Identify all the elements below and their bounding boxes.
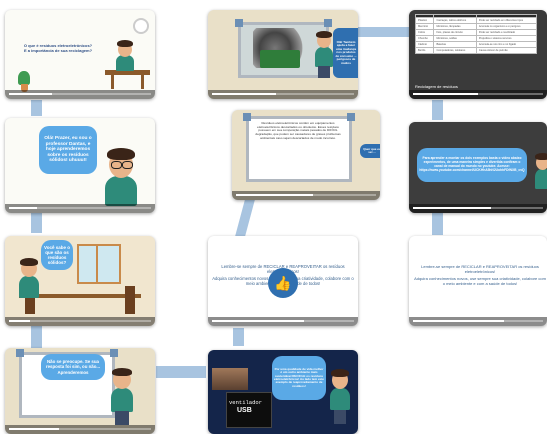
speech-bubble: Você sabe o que são os resíduos sólidos? <box>41 240 73 270</box>
teacher-character <box>17 256 41 306</box>
desk-leg <box>141 75 144 89</box>
speech-bubble: Por uma qualidade de vida melhor é um ou… <box>272 356 326 400</box>
connector <box>233 328 244 346</box>
table-cell: Computadores, celulares <box>433 47 477 54</box>
slide-thumbnail-9[interactable]: Lembre-se sempre de RECICLAR e REAPROVEI… <box>409 236 547 326</box>
video-player-bar[interactable] <box>5 90 155 99</box>
product-subtitle: USB <box>237 407 252 414</box>
slide-thumbnail-7[interactable]: Você sabe o que são os resíduos sólidos? <box>5 236 155 326</box>
connector <box>31 100 42 116</box>
product-photo-usb-fan: ventilador USB <box>226 392 272 428</box>
connector <box>235 200 255 236</box>
progress-fill <box>413 207 491 209</box>
chair <box>125 286 135 314</box>
waste-bin <box>260 50 300 68</box>
video-player-bar[interactable] <box>5 425 155 434</box>
slide-thumbnail-3[interactable]: Plástico Carcaças, cabos elétricos Pode se… <box>409 10 547 99</box>
connector <box>31 213 42 233</box>
slide-thumbnail-8[interactable]: Lembre-se sempre de RECICLAR e REAPROVEI… <box>208 236 358 326</box>
board-text: Resíduos eletroeletrônicos contêm em equ… <box>255 121 341 140</box>
progress-fill <box>413 93 478 95</box>
progress-fill <box>9 320 31 322</box>
table-cell: Berílio <box>414 47 435 54</box>
speech-bubble: Olá! Também ajuda a fazer uma mudança no… <box>333 28 358 78</box>
speech-bubble: Não se preocupe. Se sua resposta foi sim… <box>41 354 105 380</box>
product-title: ventilador <box>229 399 263 406</box>
video-player-bar[interactable] <box>409 317 547 326</box>
slide-thumbnail-1[interactable]: O que é resíduos eletroeletrônicos? E a … <box>5 10 155 99</box>
slide-thumbnail-11[interactable]: ventilador USB Por uma qualidade de vida… <box>208 350 358 434</box>
video-player-bar[interactable] <box>5 204 155 213</box>
window <box>77 244 121 284</box>
video-player-bar[interactable] <box>232 191 380 200</box>
video-player-bar[interactable] <box>208 90 358 99</box>
clock-icon <box>133 18 149 34</box>
teacher-character <box>533 152 547 202</box>
teacher-character <box>101 146 141 206</box>
teacher-character <box>109 366 135 426</box>
speech-bubble: Olá! Prazer, eu sou o professor Dantas, … <box>39 126 97 174</box>
progress-fill <box>9 93 52 95</box>
slide-thumbnail-2[interactable]: Olá! Também ajuda a fazer uma mudança no… <box>208 10 358 99</box>
thumbs-up-icon: 👍 <box>268 268 298 298</box>
slide-thumbnail-6[interactable]: Para aprender a montar os dois exemplos … <box>409 122 547 213</box>
connector <box>156 366 206 378</box>
plant-icon <box>17 71 31 92</box>
connector <box>432 213 443 235</box>
slide-caption: Reciclagem de resíduos <box>415 84 458 89</box>
slide-thumbnail-10[interactable]: Não se preocupe. Se sua resposta foi sim… <box>5 348 155 434</box>
video-player-bar[interactable] <box>208 317 358 326</box>
connector <box>357 27 409 37</box>
closing-text-1: Lembre-se sempre de RECICLAR e REAPROVEI… <box>421 264 539 275</box>
window-frame <box>96 244 98 284</box>
teacher-character <box>113 40 137 80</box>
speech-bubble: Quer que eu sei ... <box>360 144 380 158</box>
progress-fill <box>9 428 59 430</box>
progress-fill <box>9 207 38 209</box>
teacher-character <box>313 30 335 80</box>
data-table: Plástico Carcaças, cabos elétricos Pode se… <box>414 14 538 54</box>
product-photo <box>212 368 248 390</box>
speech-bubble: Para aprender a montar os dois exemplos … <box>417 148 527 182</box>
table-row: Berílio Computadores, celulares Causa cânc… <box>414 47 538 54</box>
video-player-bar[interactable] <box>5 317 155 326</box>
table-cell: Causa câncer de pulmão <box>475 47 538 54</box>
teacher-character <box>328 368 352 426</box>
video-player-bar[interactable] <box>409 204 547 213</box>
video-player-bar[interactable] <box>409 90 547 99</box>
slide-thumbnail-5[interactable]: Resíduos eletroeletrônicos contêm em equ… <box>232 110 380 200</box>
progress-fill <box>236 194 313 196</box>
connector <box>31 326 42 348</box>
progress-fill <box>212 320 305 322</box>
closing-text-2: Adquira conhecimentos novos, use sempre … <box>414 276 546 287</box>
slide-question: O que é resíduos eletroeletrônicos? E a … <box>23 43 93 53</box>
slide-thumbnail-4[interactable]: Olá! Prazer, eu sou o professor Dantas, … <box>5 118 155 213</box>
progress-fill <box>413 320 504 322</box>
connector <box>432 100 443 120</box>
progress-fill <box>212 93 276 95</box>
